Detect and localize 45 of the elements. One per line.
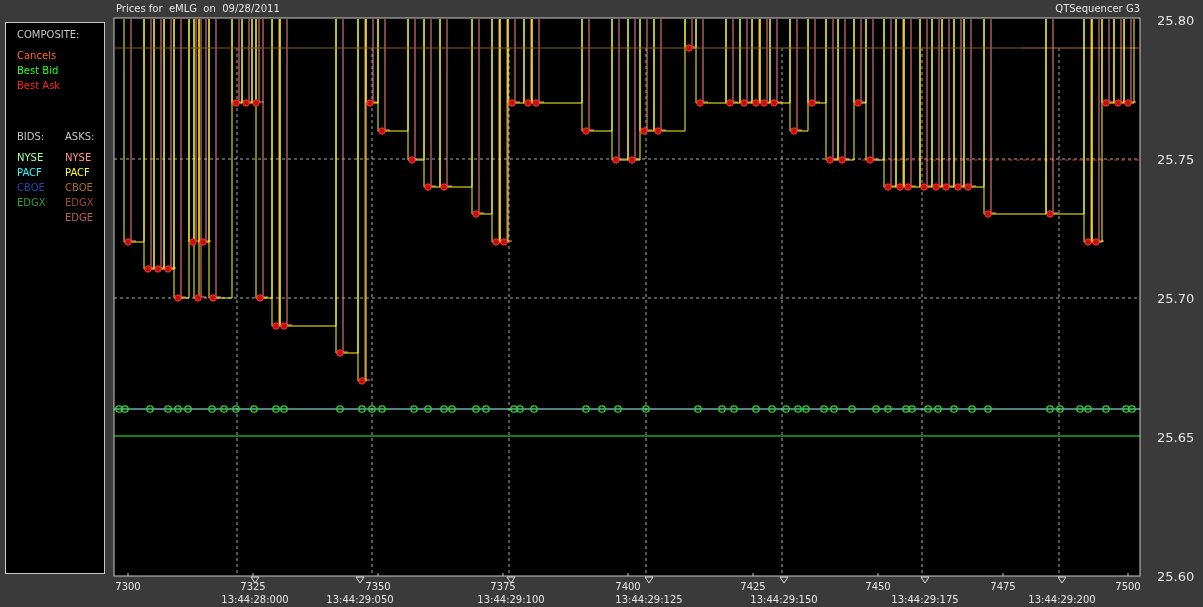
legend-label: CBOE — [65, 181, 94, 195]
marker-icon — [250, 576, 260, 584]
legend-label: NYSE — [17, 151, 45, 165]
x-tick-label: 7400 — [615, 581, 641, 592]
time-label: 13:44:29:100 — [477, 594, 545, 605]
x-tick-label: 7425 — [740, 581, 766, 592]
legend-label: EDGX — [17, 196, 47, 210]
y-tick-label: 25.75 — [1157, 152, 1195, 167]
marker-icon — [1057, 576, 1067, 584]
marker-icon — [920, 576, 930, 584]
legend-label: PACF — [17, 166, 43, 180]
legend-label: CBOE — [17, 181, 46, 195]
legend-label: Cancels — [17, 49, 58, 63]
time-label: 13:44:28:000 — [221, 594, 289, 605]
marker-icon — [644, 576, 654, 584]
legend-heading: ASKS: — [65, 131, 96, 142]
time-label: 13:44:29:175 — [891, 594, 959, 605]
time-label: 13:44:29:200 — [1028, 594, 1096, 605]
x-tick-label: 7350 — [365, 581, 391, 592]
legend-label: Best Bid — [17, 64, 60, 78]
marker-icon — [355, 576, 365, 584]
legend-label: Best Ask — [17, 79, 62, 93]
chart-title: Prices for eMLG on 09/28/2011 — [116, 3, 280, 14]
time-label: 13:44:29:150 — [750, 594, 818, 605]
y-tick-label: 25.60 — [1157, 569, 1195, 584]
x-tick-label: 7325 — [240, 581, 266, 592]
y-tick-label: 25.65 — [1157, 430, 1195, 445]
app-title: QTSequencer G3 — [1055, 3, 1140, 14]
legend-label: PACF — [65, 166, 91, 180]
marker-icon — [779, 576, 789, 584]
time-label: 13:44:29:050 — [326, 594, 394, 605]
y-tick-label: 25.70 — [1157, 291, 1195, 306]
legend-heading: BIDS: — [17, 131, 46, 142]
x-tick-label: 7450 — [865, 581, 891, 592]
x-tick-label: 7475 — [990, 581, 1016, 592]
x-tick-label: 7375 — [490, 581, 516, 592]
legend-label: NYSE — [65, 151, 93, 165]
legend-label: EDGE — [65, 211, 95, 225]
x-tick-label: 7300 — [115, 581, 141, 592]
y-tick-label: 25.80 — [1157, 13, 1195, 28]
time-label: 13:44:29:125 — [615, 594, 683, 605]
marker-icon — [506, 576, 516, 584]
x-tick-label: 7500 — [1115, 581, 1141, 592]
legend-title: COMPOSITE: — [17, 29, 81, 40]
legend-label: EDGX — [65, 196, 95, 210]
